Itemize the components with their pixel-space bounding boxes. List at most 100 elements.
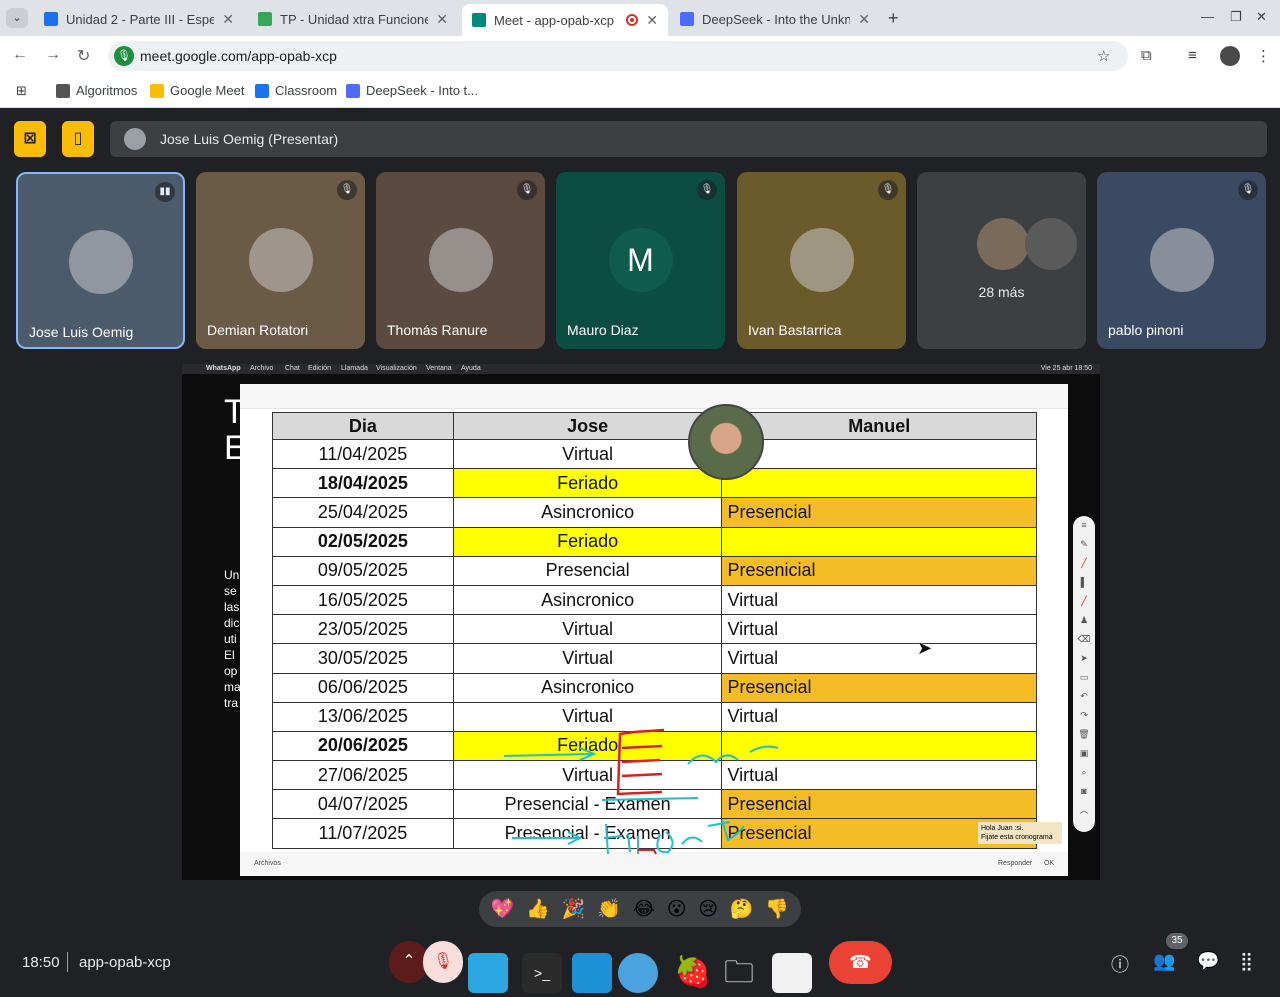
collapse-icon[interactable]: ︿: [1073, 801, 1095, 820]
address-bar[interactable]: 🎙 meet.google.com/app-opab-xcp: [108, 41, 1128, 71]
finder-window-icon[interactable]: [468, 953, 508, 993]
presenter-camera-bubble: [688, 404, 764, 480]
tab-title: Meet - app-opab-xcp: [494, 12, 614, 28]
reaction-button[interactable]: 🎉: [562, 897, 586, 921]
undo-icon[interactable]: ↶: [1073, 687, 1095, 706]
bookmark-label: Algoritmos: [76, 83, 138, 98]
close-window-icon[interactable]: ✕: [1256, 9, 1267, 25]
bookmark-item[interactable]: DeepSeek - Into t...: [346, 83, 478, 98]
minimize-icon[interactable]: —: [1201, 9, 1214, 24]
avatar: [68, 230, 133, 294]
new-tab-button[interactable]: +: [888, 8, 899, 29]
back-icon[interactable]: ←: [12, 46, 28, 64]
profile-avatar[interactable]: [1220, 46, 1240, 66]
annotation-text-2: [603, 819, 745, 855]
reaction-button[interactable]: 👍: [526, 897, 550, 921]
tab-title: Unidad 2 - Parte III - Especi: [66, 11, 215, 27]
camera-icon[interactable]: ◙: [1073, 782, 1095, 801]
pointer-icon[interactable]: ➤: [1073, 649, 1095, 668]
participant-tile[interactable]: 🎙 Demian Rotatori: [196, 172, 365, 349]
browser-tabstrip: ⌄ Unidad 2 - Parte III - Especi ✕ TP - Uni…: [0, 0, 1280, 36]
chat-icon[interactable]: 💬: [1197, 951, 1219, 972]
close-tab-icon[interactable]: ✕: [222, 11, 234, 28]
url-text[interactable]: meet.google.com/app-opab-xcp: [140, 48, 337, 64]
close-tab-icon[interactable]: ✕: [858, 11, 870, 28]
reaction-button[interactable]: 👏: [597, 897, 621, 921]
mic-muted-icon: 🎙: [337, 180, 357, 200]
red-pen-icon[interactable]: ╱: [1073, 554, 1095, 573]
browser-globe-icon[interactable]: [618, 953, 658, 993]
close-tab-icon[interactable]: ✕: [436, 11, 448, 28]
reaction-button[interactable]: 👎: [765, 897, 789, 921]
bookmark-favicon-icon: [346, 83, 360, 98]
people-icon[interactable]: 👥: [1153, 951, 1175, 972]
more-participants-count: 28 más: [978, 284, 1025, 300]
microphone-in-use-icon[interactable]: 🎙: [114, 46, 134, 66]
stop-presenting-icon[interactable]: ⊠: [14, 121, 46, 157]
annotation-line: [601, 797, 699, 801]
meeting-info-icon[interactable]: ⓘ: [1111, 951, 1129, 977]
annotation-red-arrow: [638, 849, 657, 855]
mic-muted-icon[interactable]: 🎙: [423, 941, 463, 983]
capture-icon[interactable]: ▣: [1073, 744, 1095, 763]
forward-icon[interactable]: →: [45, 46, 61, 64]
participant-tile[interactable]: 🎙 Thomás Ranure: [376, 172, 545, 349]
eraser-icon[interactable]: ⌫: [1073, 630, 1095, 649]
participant-tile[interactable]: ▮▮ Jose Luis Oemig: [16, 172, 185, 349]
stamp-icon[interactable]: ♟: [1073, 611, 1095, 630]
reactions-bar: 💖 👍 🎉 👏 😂 😮 😢 🤔 👎: [479, 891, 801, 927]
mic-muted-icon: 🎙: [697, 180, 717, 200]
browser-tab[interactable]: Meet - app-opab-xcp ✕: [462, 4, 668, 36]
browser-tab[interactable]: DeepSeek - Into the Unkno ✕: [670, 4, 880, 34]
line-icon[interactable]: ╱: [1073, 592, 1095, 611]
highlighter-icon[interactable]: ▌: [1073, 573, 1095, 592]
zoom-icon[interactable]: ⌕: [1073, 763, 1095, 782]
close-tab-icon[interactable]: ✕: [646, 12, 658, 29]
annotation-arrow-2: [512, 831, 583, 845]
participant-tile[interactable]: M 🎙 Mauro Diaz: [556, 172, 725, 349]
activities-icon[interactable]: ⣿: [1240, 951, 1253, 972]
media-controls-icon[interactable]: ≡: [1188, 47, 1197, 64]
bookmark-item[interactable]: Google Meet: [150, 83, 244, 98]
bookmark-item[interactable]: Classroom: [255, 83, 337, 98]
tab-title: TP - Unidad xtra Funciones: [280, 11, 429, 27]
extensions-icon[interactable]: ⧉: [1141, 47, 1152, 64]
participant-name: Ivan Bastarrica: [748, 322, 842, 338]
mic-muted-icon: 🎙: [517, 180, 537, 200]
participant-tile[interactable]: 🎙 pablo pinoni: [1097, 172, 1266, 349]
more-participants-tile[interactable]: 28 más: [917, 172, 1086, 349]
redo-icon[interactable]: ↷: [1073, 706, 1095, 725]
document-icon[interactable]: [772, 953, 812, 993]
annotation-toolbar[interactable]: ≡ ✎ ╱ ▌ ╱ ♟ ⌫ ➤ ▭ ↶ ↷ 🗑 ▣ ⌕ ◙ ︿: [1073, 516, 1095, 832]
layout-icon[interactable]: ▯: [62, 121, 94, 157]
trash-icon[interactable]: 🗑: [1073, 725, 1095, 744]
meeting-code: app-opab-xcp: [79, 954, 171, 971]
browser-tab[interactable]: TP - Unidad xtra Funciones ✕: [248, 4, 458, 34]
reaction-button[interactable]: 😮: [667, 898, 687, 921]
bookmark-item[interactable]: Algoritmos: [56, 83, 137, 98]
reaction-button[interactable]: 🤔: [730, 897, 754, 921]
reaction-button[interactable]: 😂: [633, 898, 655, 921]
reload-icon[interactable]: ↻: [77, 46, 90, 66]
browser-tab[interactable]: Unidad 2 - Parte III - Especi ✕: [34, 4, 244, 34]
whiteboard-icon[interactable]: ▭: [1073, 668, 1095, 687]
bookmark-star-icon[interactable]: ☆: [1097, 47, 1110, 65]
folder-icon[interactable]: 🗀: [724, 953, 764, 993]
reaction-button[interactable]: 😢: [698, 898, 718, 921]
reaction-button[interactable]: 💖: [491, 897, 515, 921]
file-manager-icon[interactable]: [572, 953, 612, 993]
tab-search-button[interactable]: ⌄: [6, 8, 28, 28]
restore-icon[interactable]: ❐: [1230, 9, 1242, 25]
apps-grid-icon[interactable]: ⊞: [16, 83, 27, 99]
annotation-pen-icon[interactable]: ✎: [1073, 535, 1095, 554]
presenter-bar[interactable]: Jose Luis Oemig (Presentar): [110, 121, 1267, 157]
strawberry-app-icon[interactable]: 🍓: [674, 953, 714, 993]
avatar: [428, 228, 493, 292]
shared-screen: WhatsApp Archivo Chat Edición Llamada Vi…: [182, 364, 1100, 880]
terminal-icon[interactable]: >_: [522, 953, 562, 993]
participant-name: pablo pinoni: [1108, 322, 1184, 338]
participant-tile[interactable]: 🎙 Ivan Bastarrica: [737, 172, 906, 349]
end-call-icon[interactable]: ☎: [829, 941, 892, 984]
drive-icon: [258, 12, 272, 26]
chrome-menu-icon[interactable]: ⋮: [1256, 47, 1271, 65]
